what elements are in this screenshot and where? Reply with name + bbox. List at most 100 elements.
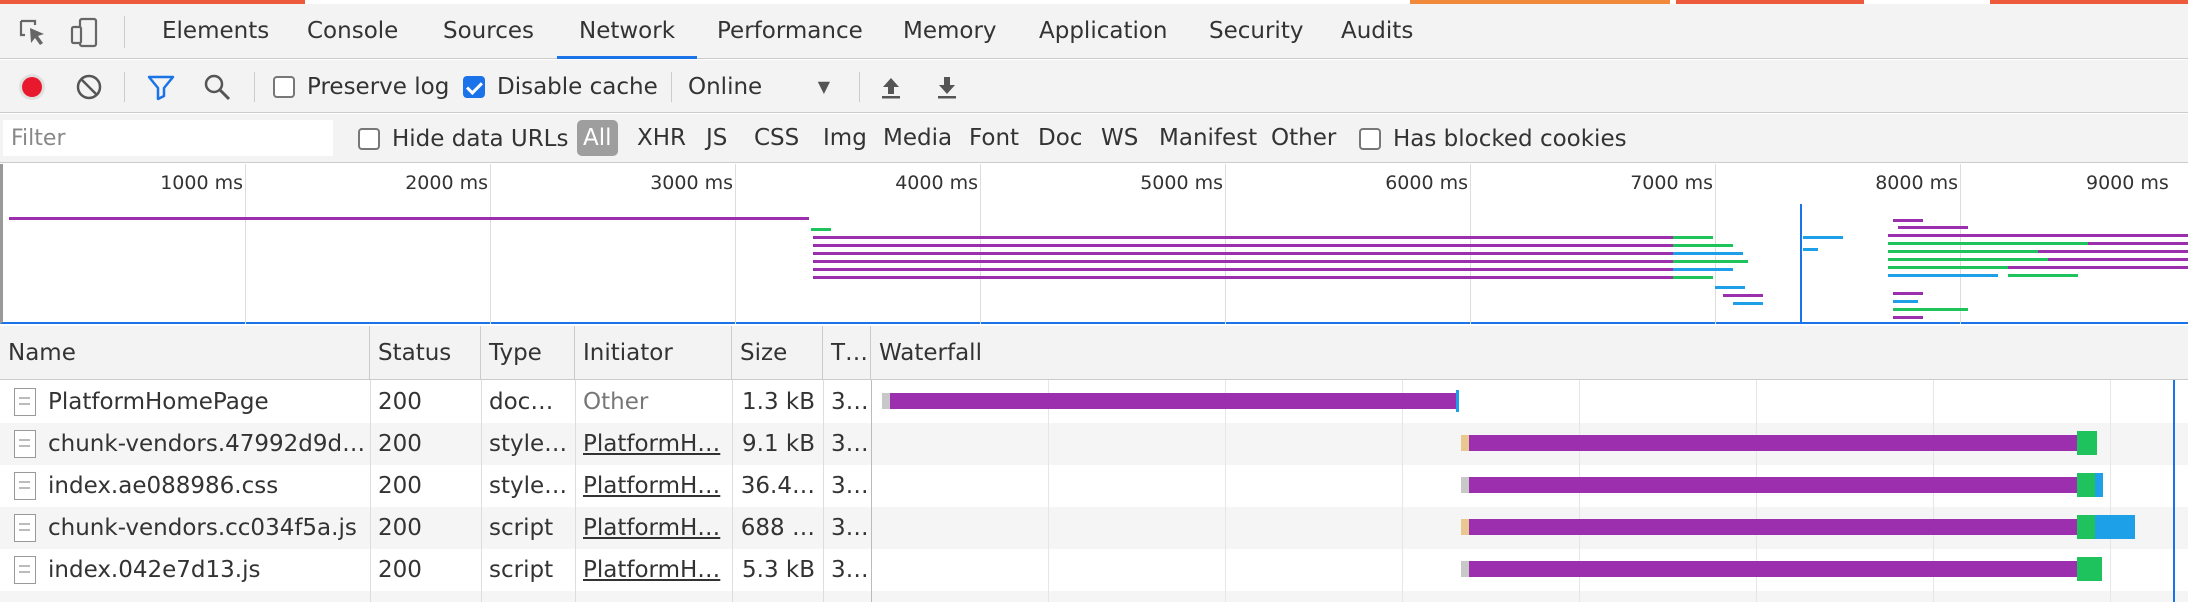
request-name: chunk-vendors.47992d9d.… — [48, 431, 368, 457]
overview-tick: 1000 ms — [160, 172, 243, 194]
import-har-button[interactable] — [877, 60, 905, 113]
request-initiator-link[interactable]: PlatformH… — [575, 549, 732, 591]
timeline-overview[interactable]: 1000 ms 2000 ms 3000 ms 4000 ms 5000 ms … — [0, 164, 2188, 324]
overview-request-bar — [813, 252, 1673, 255]
request-type: script — [489, 557, 554, 583]
request-type: style… — [489, 431, 568, 457]
column-header-name[interactable]: Name — [0, 326, 370, 380]
overview-request-bar — [1888, 274, 1998, 277]
tab-security[interactable]: Security — [1187, 4, 1325, 59]
overview-request-bar — [2038, 250, 2188, 253]
filter-type-other[interactable]: Other — [1265, 120, 1342, 156]
filter-type-font[interactable]: Font — [963, 120, 1025, 156]
overview-request-bar — [811, 228, 831, 231]
filter-type-js[interactable]: JS — [700, 120, 733, 156]
overview-request-bar — [813, 244, 1673, 247]
device-toolbar-icon[interactable] — [68, 16, 102, 50]
overview-request-bar — [1723, 294, 1763, 297]
request-initiator-link[interactable]: PlatformH… — [575, 507, 732, 549]
request-size: 9.1 kB — [742, 431, 815, 457]
filter-type-media[interactable]: Media — [877, 120, 958, 156]
waterfall-bar-stalled — [1461, 519, 1469, 535]
column-header-time[interactable]: T… — [823, 326, 871, 380]
tab-audits[interactable]: Audits — [1319, 4, 1435, 59]
preserve-log-checkbox[interactable]: Preserve log — [273, 60, 449, 113]
overview-request-bar — [2008, 266, 2188, 269]
request-size: 5.3 kB — [742, 557, 815, 583]
overview-request-bar — [813, 268, 1673, 271]
filter-input[interactable] — [3, 120, 333, 156]
overview-request-bar — [1803, 236, 1843, 239]
disable-cache-check[interactable] — [463, 75, 485, 98]
export-har-button[interactable] — [933, 60, 961, 113]
request-type: style… — [489, 473, 568, 499]
column-header-initiator[interactable]: Initiator — [575, 326, 732, 380]
throttling-value: Online — [688, 73, 763, 100]
tab-sources[interactable]: Sources — [421, 4, 556, 59]
record-button[interactable] — [17, 60, 47, 113]
search-button[interactable] — [202, 60, 232, 113]
network-toolbar: Preserve log Disable cache Online ▼ — [0, 60, 2188, 113]
chevron-down-icon: ▼ — [817, 77, 830, 96]
tab-network[interactable]: Network — [557, 4, 698, 59]
tab-performance[interactable]: Performance — [695, 4, 885, 59]
filter-type-css[interactable]: CSS — [748, 120, 805, 156]
hide-data-urls-check[interactable] — [358, 127, 380, 150]
tab-memory[interactable]: Memory — [881, 4, 1019, 59]
filter-type-xhr[interactable]: XHR — [631, 120, 692, 156]
waterfall-bar-stalled — [1461, 435, 1469, 451]
hide-data-urls-checkbox[interactable]: Hide data URLs — [358, 114, 568, 163]
overview-request-bar — [813, 236, 1673, 239]
dom-content-loaded-marker — [1800, 204, 1802, 322]
waterfall-bar-waiting — [1469, 435, 2077, 451]
filter-type-doc[interactable]: Doc — [1032, 120, 1088, 156]
toolbar-separator — [859, 72, 860, 102]
waterfall-bar-waiting — [1469, 561, 2077, 577]
column-header-type[interactable]: Type — [481, 326, 575, 380]
column-header-status[interactable]: Status — [370, 326, 481, 380]
filter-type-ws[interactable]: WS — [1095, 120, 1144, 156]
overview-tick: 4000 ms — [895, 172, 978, 194]
tab-application[interactable]: Application — [1017, 4, 1190, 59]
filter-type-img[interactable]: Img — [817, 120, 873, 156]
request-initiator-link[interactable]: PlatformH… — [575, 465, 732, 507]
overview-request-bar — [1898, 226, 1968, 229]
waterfall-bar-download — [2077, 473, 2095, 497]
blocked-cookies-check[interactable] — [1359, 127, 1381, 150]
overview-request-bar — [1888, 258, 2048, 261]
disable-cache-checkbox[interactable]: Disable cache — [463, 60, 658, 113]
overview-request-bar — [1673, 276, 1713, 279]
document-icon — [14, 388, 36, 416]
overview-request-bar — [813, 276, 1673, 279]
throttling-select[interactable]: Online ▼ — [688, 60, 838, 113]
request-time: 3… — [831, 473, 869, 499]
overview-tick: 9000 ms — [2086, 172, 2169, 194]
overview-tick: 6000 ms — [1385, 172, 1468, 194]
filter-type-all[interactable]: All — [577, 120, 618, 156]
blocked-cookies-label: Has blocked cookies — [1393, 125, 1627, 152]
preserve-log-check[interactable] — [273, 75, 295, 98]
column-header-size[interactable]: Size — [732, 326, 823, 380]
overview-request-bar — [1888, 250, 2038, 253]
overview-request-bar — [1893, 292, 1923, 295]
upload-icon — [882, 77, 900, 98]
tab-console[interactable]: Console — [285, 4, 420, 59]
overview-request-bar — [1803, 248, 1818, 251]
overview-request-bar — [1673, 244, 1733, 247]
tab-elements[interactable]: Elements — [140, 4, 291, 59]
column-header-waterfall[interactable]: Waterfall — [871, 326, 2188, 380]
filter-type-manifest[interactable]: Manifest — [1153, 120, 1263, 156]
clear-button[interactable] — [74, 60, 104, 113]
blocked-cookies-checkbox[interactable]: Has blocked cookies — [1359, 114, 1627, 163]
waterfall-bar-download — [2095, 515, 2135, 539]
filter-toggle-button[interactable] — [146, 60, 176, 113]
request-initiator-link[interactable]: PlatformH… — [575, 423, 732, 465]
document-icon — [14, 430, 36, 458]
overview-request-bar — [9, 217, 809, 220]
hide-data-urls-label: Hide data URLs — [392, 125, 569, 152]
overview-tick: 7000 ms — [1630, 172, 1713, 194]
inspect-element-icon[interactable] — [16, 16, 50, 50]
table-header: Name Status Type Initiator Size T… Water… — [0, 326, 2188, 380]
table-row[interactable] — [0, 591, 2188, 602]
download-icon — [938, 76, 956, 98]
